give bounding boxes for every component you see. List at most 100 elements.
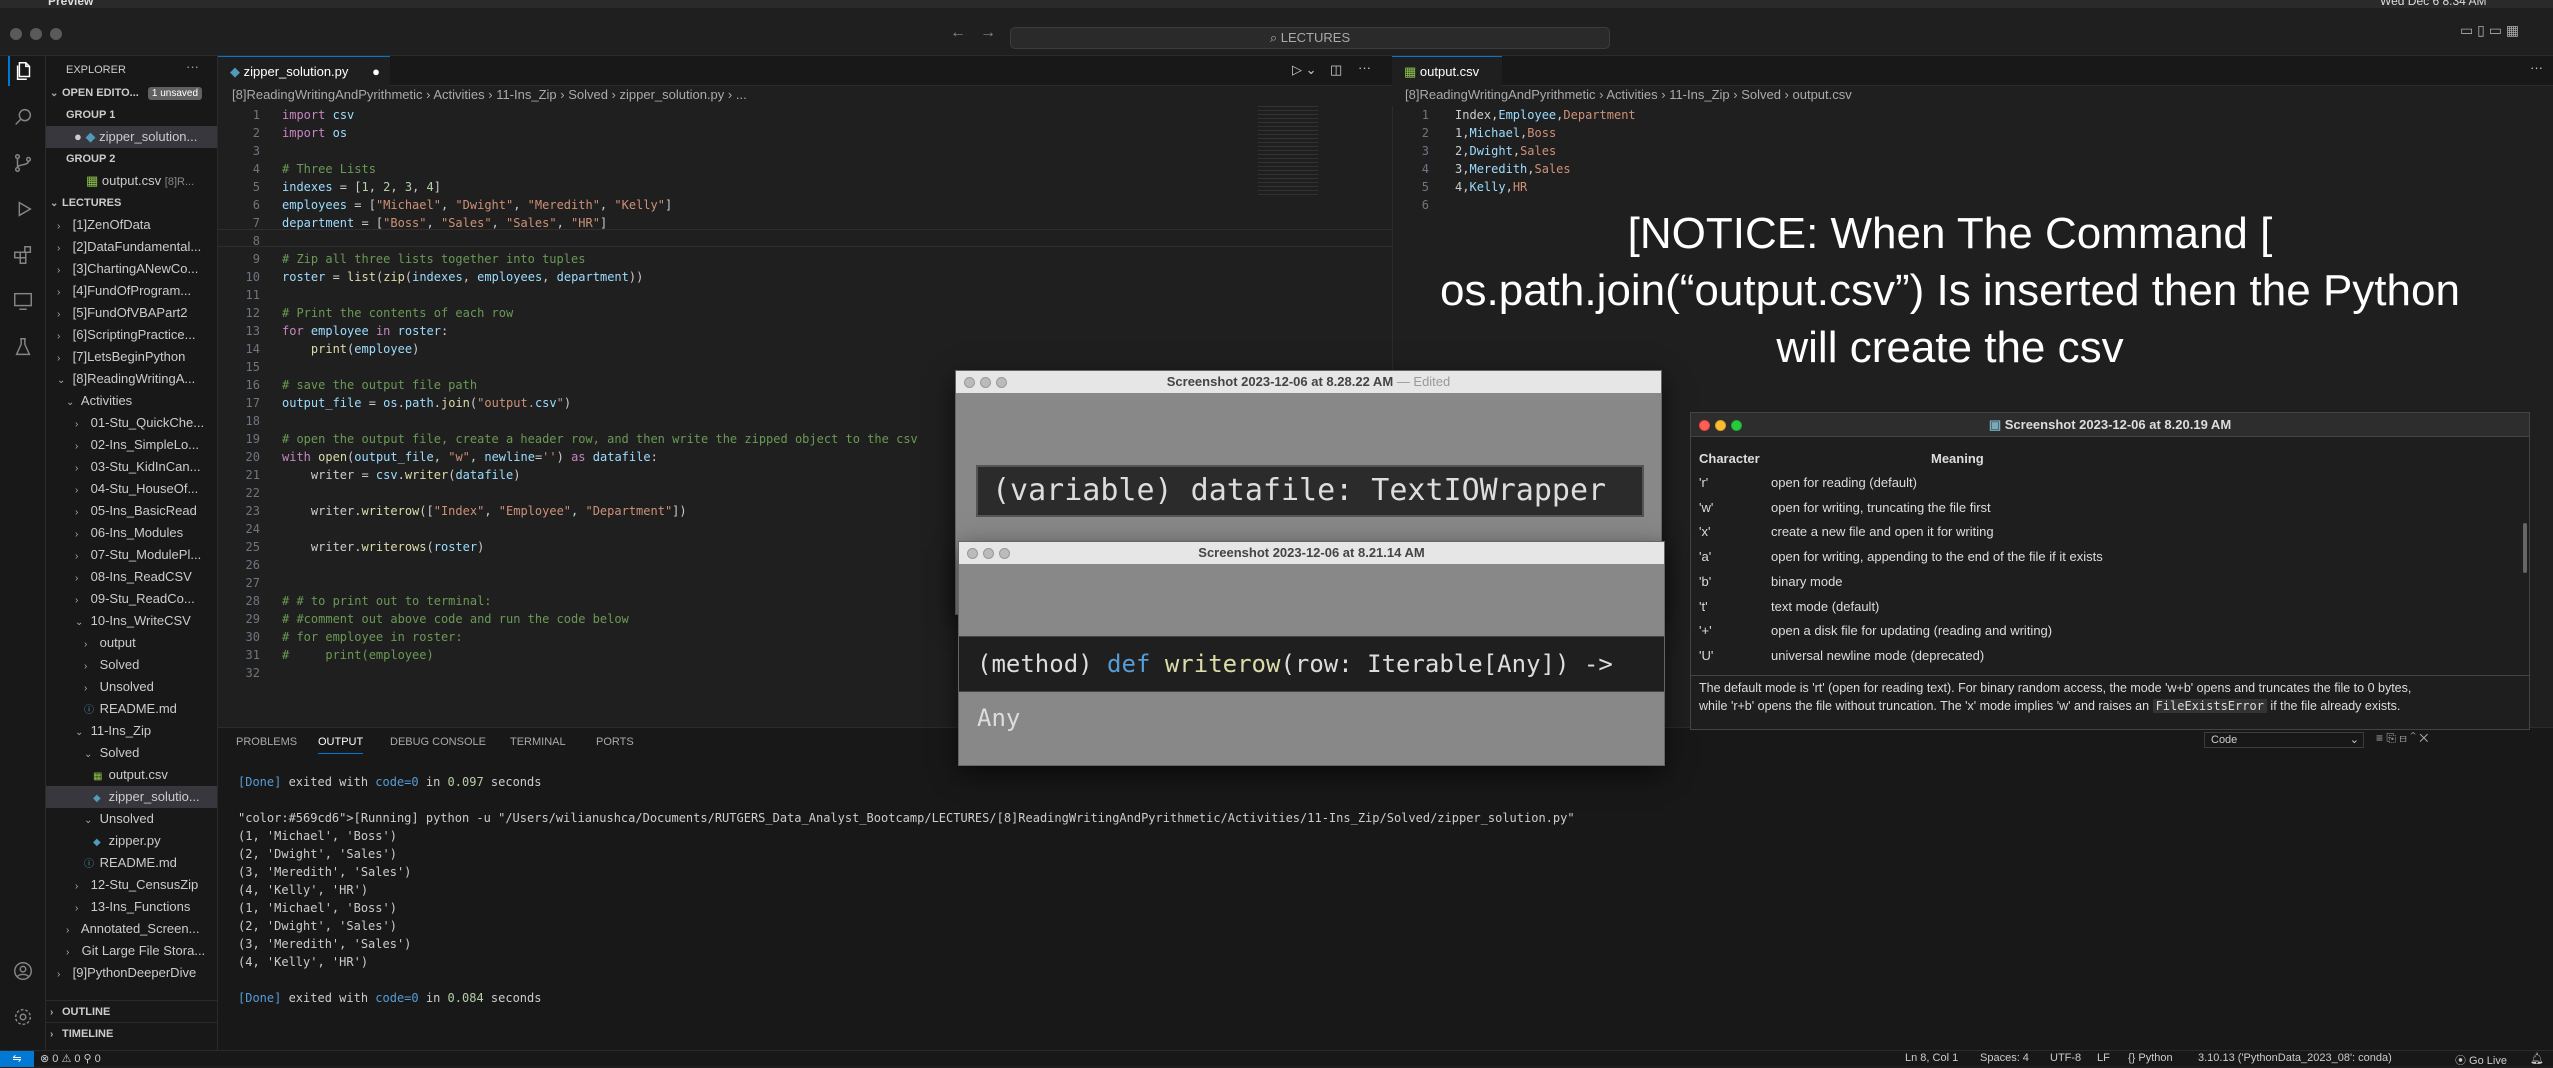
- tab-zipper-solution[interactable]: ◆ zipper_solution.py ●: [218, 56, 390, 86]
- code-line[interactable]: # for employee in roster:: [282, 628, 918, 646]
- zoom-window-button[interactable]: [50, 28, 62, 40]
- open-editor-output[interactable]: ▦ output.csv [8]R...: [46, 170, 217, 192]
- code-line[interactable]: [282, 142, 918, 160]
- minimize-window-button[interactable]: [1715, 420, 1726, 431]
- code-line[interactable]: [282, 484, 918, 502]
- code-line[interactable]: [282, 286, 918, 304]
- code-line[interactable]: writer = csv.writer(datafile): [282, 466, 918, 484]
- code-line[interactable]: print(employee): [282, 340, 918, 358]
- tree-folder[interactable]: ⌄ 11-Ins_Zip: [46, 720, 217, 742]
- output-channel-select[interactable]: Code ⌄: [2204, 732, 2364, 748]
- minimap[interactable]: [1258, 106, 1318, 196]
- settings-gear-icon[interactable]: [8, 1002, 38, 1032]
- tree-folder[interactable]: › 04-Stu_HouseOf...: [46, 478, 217, 500]
- code-line[interactable]: # open the output file, create a header …: [282, 430, 918, 448]
- code-line[interactable]: [282, 574, 918, 592]
- extensions-icon[interactable]: [8, 240, 38, 270]
- source-control-icon[interactable]: [8, 148, 38, 178]
- python-interpreter[interactable]: 3.10.13 ('PythonData_2023_08': conda): [2198, 1052, 2392, 1064]
- problems-status[interactable]: ⊗ 0 ⚠ 0 ⚲ 0: [40, 1052, 101, 1065]
- panel-tab-terminal[interactable]: TERMINAL: [510, 736, 566, 748]
- tree-folder[interactable]: › 13-Ins_Functions: [46, 896, 217, 918]
- more-actions-icon[interactable]: ···: [186, 59, 199, 74]
- run-file-icon[interactable]: ▷ ⌄: [1292, 62, 1317, 78]
- code-line[interactable]: with open(output_file, "w", newline='') …: [282, 448, 918, 466]
- code-line[interactable]: [282, 232, 918, 250]
- minimize-window-button[interactable]: [983, 548, 994, 559]
- close-window-button[interactable]: [967, 548, 978, 559]
- tree-folder[interactable]: › 05-Ins_BasicRead: [46, 500, 217, 522]
- tree-folder[interactable]: › 08-Ins_ReadCSV: [46, 566, 217, 588]
- tree-folder[interactable]: ⌄ 10-Ins_WriteCSV: [46, 610, 217, 632]
- search-icon[interactable]: [8, 102, 38, 132]
- line-endings[interactable]: LF: [2097, 1052, 2110, 1064]
- screenshot-1-titlebar[interactable]: Screenshot 2023-12-06 at 8.28.22 AM — Ed…: [956, 371, 1661, 393]
- tree-folder[interactable]: › Solved: [46, 654, 217, 676]
- lectures-header[interactable]: LECTURES: [62, 197, 121, 209]
- tree-folder[interactable]: › Git Large File Stora...: [46, 940, 217, 962]
- group-1-header[interactable]: GROUP 1: [66, 104, 217, 126]
- back-arrow-icon[interactable]: ←: [950, 24, 966, 42]
- open-editor-zipper[interactable]: ● ◆ zipper_solution...: [46, 126, 217, 148]
- csv-line[interactable]: 1,Michael,Boss: [1455, 124, 1636, 142]
- group-2-header[interactable]: GROUP 2: [66, 148, 217, 170]
- code-line[interactable]: for employee in roster:: [282, 322, 918, 340]
- command-center-search[interactable]: ⌕ LECTURES: [1010, 27, 1610, 49]
- tree-folder[interactable]: ⌄ Unsolved: [46, 808, 217, 830]
- more-editor-actions-icon[interactable]: ···: [2530, 60, 2543, 75]
- tree-file[interactable]: ▦ output.csv: [46, 764, 217, 786]
- run-debug-icon[interactable]: [8, 194, 38, 224]
- tree-folder[interactable]: › 07-Stu_ModulePl...: [46, 544, 217, 566]
- tree-file[interactable]: ⓘ README.md: [46, 852, 217, 874]
- close-window-button[interactable]: [964, 377, 975, 388]
- remote-indicator-icon[interactable]: ⇋: [0, 1051, 34, 1067]
- tree-file[interactable]: ⓘ README.md: [46, 698, 217, 720]
- tree-folder[interactable]: › [9]PythonDeeperDive: [46, 962, 217, 984]
- layout-icon[interactable]: ▭ ▯ ▭ ▦: [2460, 22, 2519, 39]
- tree-folder[interactable]: › 02-Ins_SimpleLo...: [46, 434, 217, 456]
- zoom-window-button[interactable]: [999, 548, 1010, 559]
- csv-text[interactable]: Index,Employee,Department 1,Michael,Boss 2…: [1455, 106, 1636, 214]
- csv-line[interactable]: 2,Dwight,Sales: [1455, 142, 1636, 160]
- tree-folder[interactable]: ⌄ [8]ReadingWritingA...: [46, 368, 217, 390]
- csv-line[interactable]: Index,Employee,Department: [1455, 106, 1636, 124]
- code-line[interactable]: [282, 664, 918, 682]
- code-line[interactable]: # Zip all three lists together into tupl…: [282, 250, 918, 268]
- tree-folder[interactable]: ⌄ Activities: [46, 390, 217, 412]
- tree-folder[interactable]: › Annotated_Screen...: [46, 918, 217, 940]
- panel-tab-ports[interactable]: PORTS: [596, 736, 634, 748]
- more-editor-actions-icon[interactable]: ···: [1358, 60, 1371, 75]
- tree-folder[interactable]: › [2]DataFundamental...: [46, 236, 217, 258]
- code-line[interactable]: # Print the contents of each row: [282, 304, 918, 322]
- tab-output-csv[interactable]: ▦ output.csv: [1392, 56, 1502, 86]
- tree-folder[interactable]: › [6]ScriptingPractice...: [46, 324, 217, 346]
- close-window-button[interactable]: [1699, 420, 1710, 431]
- code-line[interactable]: writer.writerow(["Index", "Employee", "D…: [282, 502, 918, 520]
- remote-explorer-icon[interactable]: [8, 286, 38, 316]
- code-line[interactable]: [282, 556, 918, 574]
- account-icon[interactable]: [8, 956, 38, 986]
- csv-line[interactable]: 3,Meredith,Sales: [1455, 160, 1636, 178]
- code-line[interactable]: department = ["Boss", "Sales", "Sales", …: [282, 214, 918, 232]
- doc-scrollbar[interactable]: [2523, 523, 2527, 573]
- code-text[interactable]: import csv import os # Three Lists indexes…: [282, 106, 918, 682]
- output-log[interactable]: [Done] exited with code=0 in 0.097 secon…: [238, 773, 1575, 1007]
- panel-tab-debug-console[interactable]: DEBUG CONSOLE: [390, 736, 486, 748]
- code-line[interactable]: import csv: [282, 106, 918, 124]
- tree-folder[interactable]: › 03-Stu_KidInCan...: [46, 456, 217, 478]
- tree-folder[interactable]: › 01-Stu_QuickChe...: [46, 412, 217, 434]
- screenshot-window-writerow[interactable]: Screenshot 2023-12-06 at 8.21.14 AM (met…: [958, 541, 1665, 766]
- tree-folder[interactable]: › Unsolved: [46, 676, 217, 698]
- zoom-window-button[interactable]: [996, 377, 1007, 388]
- code-line[interactable]: roster = list(zip(indexes, employees, de…: [282, 268, 918, 286]
- code-line[interactable]: # print(employee): [282, 646, 918, 664]
- code-line[interactable]: # # to print out to terminal:: [282, 592, 918, 610]
- left-breadcrumb[interactable]: [8]ReadingWritingAndPyrithmetic › Activi…: [232, 84, 747, 106]
- tree-file[interactable]: ◆ zipper.py: [46, 830, 217, 852]
- minimize-window-button[interactable]: [30, 28, 42, 40]
- screenshot-window-open-modes[interactable]: ▣ Screenshot 2023-12-06 at 8.20.19 AM Ch…: [1690, 412, 2530, 730]
- close-window-button[interactable]: [10, 28, 22, 40]
- tree-folder[interactable]: › [1]ZenOfData: [46, 214, 217, 236]
- split-editor-icon[interactable]: ◫: [1330, 62, 1342, 78]
- tree-folder[interactable]: › 12-Stu_CensusZip: [46, 874, 217, 896]
